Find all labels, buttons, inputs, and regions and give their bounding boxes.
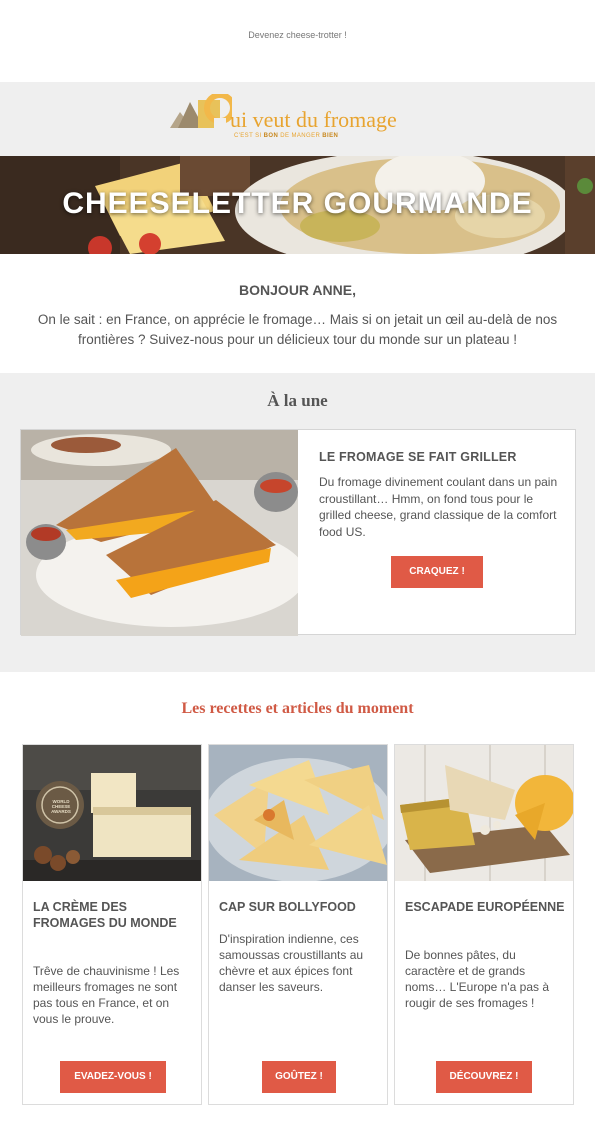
article-card-text: De bonnes pâtes, du caractère et de gran… xyxy=(405,948,549,1010)
grilled-cheese-image[interactable] xyxy=(21,430,298,636)
article-card-text: Trêve de chauvinisme ! Les meilleurs fro… xyxy=(33,964,180,1026)
craquez-button[interactable]: CRAQUEZ ! xyxy=(391,556,483,588)
greeting-heading: BONJOUR ANNE, xyxy=(239,282,356,298)
article-card-escapade-europeenne: ESCAPADE EUROPÉENNE De bonnes pâtes, du … xyxy=(394,744,574,1105)
european-cheese-image[interactable] xyxy=(395,745,573,881)
brand-logo[interactable]: ui veut du fromage C'EST SI BON DE MANGE… xyxy=(170,92,430,142)
featured-article-card: LE FROMAGE SE FAIT GRILLER Du fromage di… xyxy=(20,429,576,636)
decouvrez-button[interactable]: DÉCOUVREZ ! xyxy=(436,1061,532,1093)
logo-tagline: C'EST SI BON DE MANGER BIEN xyxy=(234,133,339,139)
evadez-vous-button[interactable]: EVADEZ-VOUS ! xyxy=(60,1061,166,1093)
article-card-creme-des-fromages: WORLD CHEESE AWARDS LA CRÈME DES FROMAGE… xyxy=(22,744,202,1105)
article-card-heading[interactable]: LA CRÈME DES FROMAGES DU MONDE xyxy=(33,899,193,931)
samoussas-photo xyxy=(209,745,387,881)
preheader-text: Devenez cheese-trotter ! xyxy=(248,30,347,40)
world-cheese-awards-badge: WORLD CHEESE AWARDS xyxy=(51,799,71,814)
logo-title: ui veut du fromage xyxy=(230,107,397,132)
european-cheese-photo xyxy=(395,745,573,881)
recipes-section-title: Les recettes et articles du moment xyxy=(181,700,414,717)
hero-banner[interactable]: CHEESELETTER GOURMANDE xyxy=(0,156,595,254)
hero-title: CHEESELETTER GOURMANDE xyxy=(62,187,533,220)
world-cheese-image[interactable]: WORLD CHEESE AWARDS xyxy=(23,745,201,881)
intro-text: On le sait : en France, on apprécie le f… xyxy=(37,312,558,347)
logo-band: ui veut du fromage C'EST SI BON DE MANGE… xyxy=(0,82,595,156)
featured-article-heading[interactable]: LE FROMAGE SE FAIT GRILLER xyxy=(319,450,559,464)
samoussas-image[interactable] xyxy=(209,745,387,881)
cheese-logo-icon xyxy=(170,94,232,128)
article-card-text: D'inspiration indienne, ces samoussas cr… xyxy=(219,932,364,994)
article-card-heading[interactable]: ESCAPADE EUROPÉENNE xyxy=(405,899,565,915)
featured-section-title: À la une xyxy=(267,391,328,410)
goutez-button[interactable]: GOÛTEZ ! xyxy=(262,1061,336,1093)
featured-section: À la une LE FROMAGE SE FAIT GRILLER Du f… xyxy=(0,373,595,672)
featured-article-text: Du fromage divinement coulant dans un pa… xyxy=(319,475,558,539)
article-card-heading[interactable]: CAP SUR BOLLYFOOD xyxy=(219,899,379,915)
grilled-cheese-photo xyxy=(21,430,298,636)
article-card-bollyfood: CAP SUR BOLLYFOOD D'inspiration indienne… xyxy=(208,744,388,1105)
